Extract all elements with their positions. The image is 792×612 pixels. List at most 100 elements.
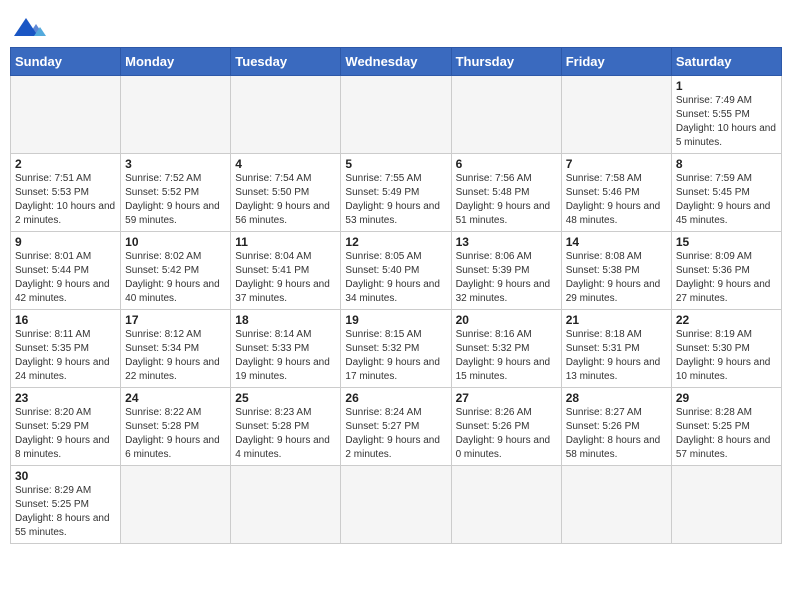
day-info: Sunrise: 8:02 AM Sunset: 5:42 PM Dayligh… (125, 250, 226, 306)
calendar-cell: 4Sunrise: 7:54 AM Sunset: 5:50 PM Daylig… (231, 154, 341, 232)
day-number: 6 (456, 157, 557, 171)
day-number: 8 (676, 157, 777, 171)
day-number: 21 (566, 313, 667, 327)
calendar-cell: 12Sunrise: 8:05 AM Sunset: 5:40 PM Dayli… (341, 232, 451, 310)
day-info: Sunrise: 8:01 AM Sunset: 5:44 PM Dayligh… (15, 250, 116, 306)
calendar-cell: 11Sunrise: 8:04 AM Sunset: 5:41 PM Dayli… (231, 232, 341, 310)
calendar-cell: 3Sunrise: 7:52 AM Sunset: 5:52 PM Daylig… (121, 154, 231, 232)
weekday-header-monday: Monday (121, 48, 231, 76)
calendar-cell (561, 466, 671, 544)
day-number: 17 (125, 313, 226, 327)
day-info: Sunrise: 8:15 AM Sunset: 5:32 PM Dayligh… (345, 328, 446, 384)
day-info: Sunrise: 8:16 AM Sunset: 5:32 PM Dayligh… (456, 328, 557, 384)
day-info: Sunrise: 7:49 AM Sunset: 5:55 PM Dayligh… (676, 94, 777, 150)
calendar-cell: 30Sunrise: 8:29 AM Sunset: 5:25 PM Dayli… (11, 466, 121, 544)
weekday-header-tuesday: Tuesday (231, 48, 341, 76)
day-info: Sunrise: 8:18 AM Sunset: 5:31 PM Dayligh… (566, 328, 667, 384)
day-info: Sunrise: 8:27 AM Sunset: 5:26 PM Dayligh… (566, 406, 667, 462)
calendar-week-1: 2Sunrise: 7:51 AM Sunset: 5:53 PM Daylig… (11, 154, 782, 232)
calendar-cell: 22Sunrise: 8:19 AM Sunset: 5:30 PM Dayli… (671, 310, 781, 388)
calendar-cell (671, 466, 781, 544)
calendar-cell: 26Sunrise: 8:24 AM Sunset: 5:27 PM Dayli… (341, 388, 451, 466)
day-number: 10 (125, 235, 226, 249)
day-number: 24 (125, 391, 226, 405)
calendar-cell: 23Sunrise: 8:20 AM Sunset: 5:29 PM Dayli… (11, 388, 121, 466)
calendar-week-3: 16Sunrise: 8:11 AM Sunset: 5:35 PM Dayli… (11, 310, 782, 388)
day-info: Sunrise: 8:12 AM Sunset: 5:34 PM Dayligh… (125, 328, 226, 384)
day-info: Sunrise: 8:04 AM Sunset: 5:41 PM Dayligh… (235, 250, 336, 306)
day-info: Sunrise: 7:54 AM Sunset: 5:50 PM Dayligh… (235, 172, 336, 228)
weekday-header-wednesday: Wednesday (341, 48, 451, 76)
day-number: 11 (235, 235, 336, 249)
day-info: Sunrise: 7:58 AM Sunset: 5:46 PM Dayligh… (566, 172, 667, 228)
calendar-cell: 18Sunrise: 8:14 AM Sunset: 5:33 PM Dayli… (231, 310, 341, 388)
day-info: Sunrise: 7:55 AM Sunset: 5:49 PM Dayligh… (345, 172, 446, 228)
day-number: 18 (235, 313, 336, 327)
day-number: 29 (676, 391, 777, 405)
day-number: 25 (235, 391, 336, 405)
day-number: 28 (566, 391, 667, 405)
day-number: 27 (456, 391, 557, 405)
day-number: 30 (15, 469, 116, 483)
calendar-week-2: 9Sunrise: 8:01 AM Sunset: 5:44 PM Daylig… (11, 232, 782, 310)
day-info: Sunrise: 8:06 AM Sunset: 5:39 PM Dayligh… (456, 250, 557, 306)
day-info: Sunrise: 8:24 AM Sunset: 5:27 PM Dayligh… (345, 406, 446, 462)
calendar-cell (231, 466, 341, 544)
day-number: 5 (345, 157, 446, 171)
day-number: 2 (15, 157, 116, 171)
day-number: 26 (345, 391, 446, 405)
weekday-header-friday: Friday (561, 48, 671, 76)
calendar-cell: 17Sunrise: 8:12 AM Sunset: 5:34 PM Dayli… (121, 310, 231, 388)
calendar-cell (451, 466, 561, 544)
day-info: Sunrise: 7:59 AM Sunset: 5:45 PM Dayligh… (676, 172, 777, 228)
day-info: Sunrise: 8:26 AM Sunset: 5:26 PM Dayligh… (456, 406, 557, 462)
day-number: 12 (345, 235, 446, 249)
calendar-cell: 14Sunrise: 8:08 AM Sunset: 5:38 PM Dayli… (561, 232, 671, 310)
calendar-cell: 21Sunrise: 8:18 AM Sunset: 5:31 PM Dayli… (561, 310, 671, 388)
calendar-cell: 28Sunrise: 8:27 AM Sunset: 5:26 PM Dayli… (561, 388, 671, 466)
calendar-cell: 7Sunrise: 7:58 AM Sunset: 5:46 PM Daylig… (561, 154, 671, 232)
day-number: 4 (235, 157, 336, 171)
calendar-cell (121, 76, 231, 154)
weekday-header-saturday: Saturday (671, 48, 781, 76)
day-info: Sunrise: 8:08 AM Sunset: 5:38 PM Dayligh… (566, 250, 667, 306)
day-info: Sunrise: 8:09 AM Sunset: 5:36 PM Dayligh… (676, 250, 777, 306)
day-number: 9 (15, 235, 116, 249)
calendar-cell (451, 76, 561, 154)
header (10, 10, 782, 41)
calendar-cell: 13Sunrise: 8:06 AM Sunset: 5:39 PM Dayli… (451, 232, 561, 310)
day-info: Sunrise: 7:52 AM Sunset: 5:52 PM Dayligh… (125, 172, 226, 228)
calendar-cell (121, 466, 231, 544)
day-number: 22 (676, 313, 777, 327)
day-info: Sunrise: 8:11 AM Sunset: 5:35 PM Dayligh… (15, 328, 116, 384)
calendar-cell: 15Sunrise: 8:09 AM Sunset: 5:36 PM Dayli… (671, 232, 781, 310)
logo-icon (14, 18, 52, 36)
calendar-cell: 20Sunrise: 8:16 AM Sunset: 5:32 PM Dayli… (451, 310, 561, 388)
day-info: Sunrise: 8:20 AM Sunset: 5:29 PM Dayligh… (15, 406, 116, 462)
day-number: 7 (566, 157, 667, 171)
day-info: Sunrise: 7:51 AM Sunset: 5:53 PM Dayligh… (15, 172, 116, 228)
calendar-cell: 19Sunrise: 8:15 AM Sunset: 5:32 PM Dayli… (341, 310, 451, 388)
calendar-cell: 10Sunrise: 8:02 AM Sunset: 5:42 PM Dayli… (121, 232, 231, 310)
day-info: Sunrise: 8:22 AM Sunset: 5:28 PM Dayligh… (125, 406, 226, 462)
calendar-cell: 2Sunrise: 7:51 AM Sunset: 5:53 PM Daylig… (11, 154, 121, 232)
calendar-cell (11, 76, 121, 154)
calendar-header-row: SundayMondayTuesdayWednesdayThursdayFrid… (11, 48, 782, 76)
calendar-cell: 9Sunrise: 8:01 AM Sunset: 5:44 PM Daylig… (11, 232, 121, 310)
day-info: Sunrise: 8:29 AM Sunset: 5:25 PM Dayligh… (15, 484, 116, 540)
weekday-header-sunday: Sunday (11, 48, 121, 76)
day-number: 23 (15, 391, 116, 405)
day-number: 13 (456, 235, 557, 249)
calendar-cell: 24Sunrise: 8:22 AM Sunset: 5:28 PM Dayli… (121, 388, 231, 466)
calendar-week-0: 1Sunrise: 7:49 AM Sunset: 5:55 PM Daylig… (11, 76, 782, 154)
calendar-week-4: 23Sunrise: 8:20 AM Sunset: 5:29 PM Dayli… (11, 388, 782, 466)
day-number: 3 (125, 157, 226, 171)
day-info: Sunrise: 8:23 AM Sunset: 5:28 PM Dayligh… (235, 406, 336, 462)
calendar-cell: 5Sunrise: 7:55 AM Sunset: 5:49 PM Daylig… (341, 154, 451, 232)
calendar-cell: 27Sunrise: 8:26 AM Sunset: 5:26 PM Dayli… (451, 388, 561, 466)
day-number: 20 (456, 313, 557, 327)
day-number: 1 (676, 79, 777, 93)
day-info: Sunrise: 8:14 AM Sunset: 5:33 PM Dayligh… (235, 328, 336, 384)
calendar-table: SundayMondayTuesdayWednesdayThursdayFrid… (10, 47, 782, 544)
calendar-cell (561, 76, 671, 154)
